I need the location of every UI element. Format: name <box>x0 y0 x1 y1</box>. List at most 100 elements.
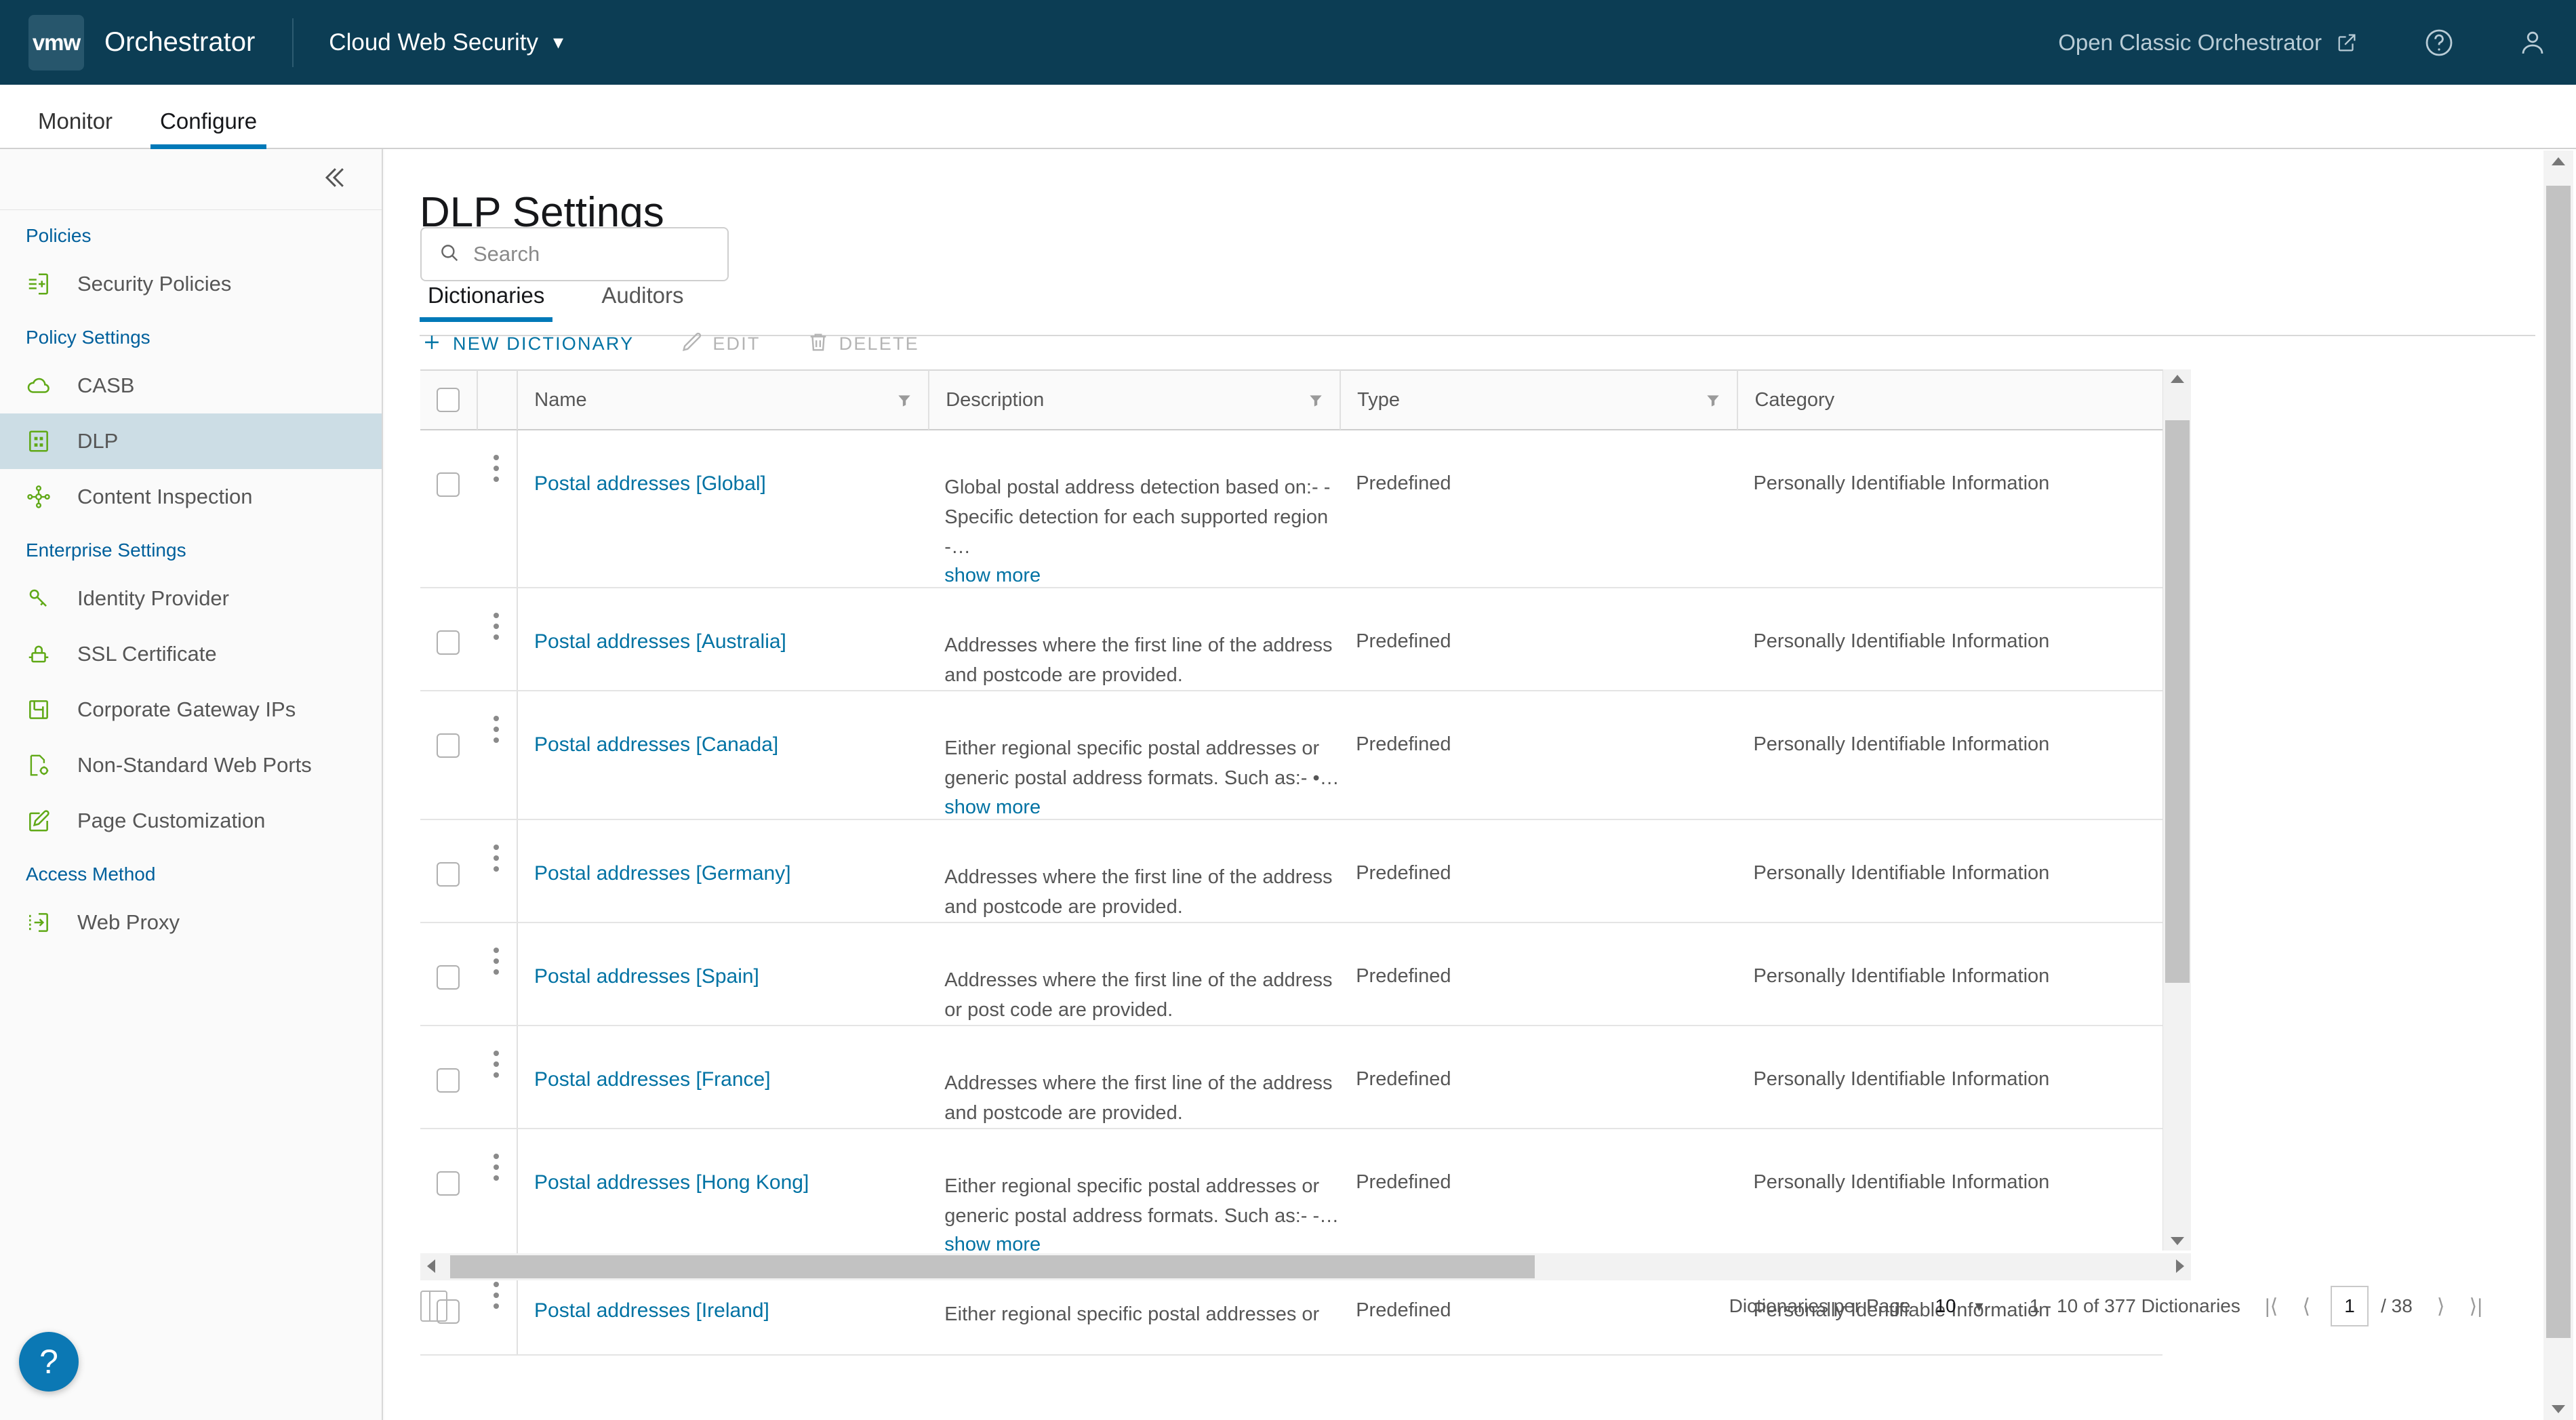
row-menu-icon[interactable] <box>477 588 517 690</box>
row-menu-icon[interactable] <box>477 1026 517 1128</box>
nodes-icon <box>26 484 62 510</box>
external-link-icon[interactable] <box>2335 31 2358 54</box>
column-header-type[interactable]: Type <box>1340 370 1737 430</box>
dictionary-name-link[interactable]: Postal addresses [Hong Kong] <box>518 1150 928 1194</box>
tab-dictionaries[interactable]: Dictionaries <box>420 283 553 322</box>
row-menu-icon[interactable] <box>477 691 517 818</box>
search-input[interactable]: Search <box>420 227 729 281</box>
page-vertical-scrollbar[interactable] <box>2543 150 2573 1420</box>
page-scroll-up-arrow-icon[interactable] <box>2552 157 2565 165</box>
page-number-input[interactable]: 1 <box>2331 1286 2369 1326</box>
table-row[interactable]: Postal addresses [France] Addresses where… <box>420 1026 2162 1130</box>
table-row[interactable]: Postal addresses [Global] Global postal a… <box>420 430 2162 589</box>
dictionary-name-link[interactable]: Postal addresses [Spain] <box>518 944 928 988</box>
sidebar-item-identity-provider[interactable]: Identity Provider <box>0 571 382 626</box>
sidebar-item-dlp[interactable]: DLP <box>0 413 382 469</box>
dictionary-name-link[interactable]: Postal addresses [Australia] <box>518 609 928 653</box>
filter-icon[interactable] <box>1307 392 1325 413</box>
user-avatar-icon[interactable] <box>2516 26 2549 59</box>
sidebar-item-page-customization[interactable]: Page Customization <box>0 793 382 849</box>
filter-icon[interactable] <box>895 392 913 413</box>
open-classic-orchestrator-link[interactable]: Open Classic Orchestrator <box>2058 30 2322 56</box>
edit-button[interactable]: EDIT <box>680 331 760 357</box>
table-hscroll-thumb[interactable] <box>450 1255 1535 1278</box>
per-page-value[interactable]: 10 <box>1935 1295 1956 1317</box>
sidebar-item-web-proxy[interactable]: Web Proxy <box>0 895 382 950</box>
row-menu-icon[interactable] <box>477 923 517 1025</box>
dictionary-type: Predefined <box>1356 1171 1451 1194</box>
scroll-up-arrow-icon[interactable] <box>2171 375 2184 383</box>
nav-tab-monitor[interactable]: Monitor <box>28 108 122 148</box>
help-circle-icon[interactable] <box>2423 26 2455 59</box>
scroll-right-arrow-icon[interactable] <box>2176 1259 2184 1273</box>
row-checkbox[interactable] <box>437 1171 460 1196</box>
dictionary-name-link[interactable]: Postal addresses [France] <box>518 1047 928 1091</box>
last-page-button[interactable]: ⟩| <box>2470 1295 2483 1318</box>
scroll-down-arrow-icon[interactable] <box>2171 1237 2184 1245</box>
nav-tab-configure[interactable]: Configure <box>150 108 267 149</box>
dictionary-description: Either regional specific postal addresse… <box>944 737 1340 790</box>
column-header-category[interactable]: Category <box>1737 370 2162 430</box>
service-selector-label[interactable]: Cloud Web Security <box>329 29 538 56</box>
show-more-link[interactable]: show more <box>928 796 1340 819</box>
chevron-down-icon[interactable]: ▾ <box>1975 1297 1984 1316</box>
column-header-name[interactable]: Name <box>517 370 928 430</box>
scroll-left-arrow-icon[interactable] <box>427 1259 435 1273</box>
new-dictionary-button[interactable]: NEW DICTIONARY <box>420 331 634 357</box>
table-vscroll-thumb[interactable] <box>2165 420 2190 983</box>
dictionary-type: Predefined <box>1356 472 1451 494</box>
row-checkbox[interactable] <box>437 472 460 497</box>
search-icon <box>438 241 461 268</box>
sidebar-item-casb[interactable]: CASB <box>0 358 382 413</box>
vmware-logo[interactable]: vmw <box>28 14 84 70</box>
sidebar-item-content-inspection[interactable]: Content Inspection <box>0 469 382 525</box>
first-page-button[interactable]: |⟨ <box>2265 1295 2278 1318</box>
sidebar-item-corporate-gateway-ips[interactable]: Corporate Gateway IPs <box>0 682 382 737</box>
sidebar-item-non-standard-web-ports[interactable]: Non-Standard Web Ports <box>0 737 382 793</box>
dictionary-description: Either regional specific postal addresse… <box>944 1175 1340 1228</box>
table-row[interactable]: Postal addresses [Hong Kong] Either regio… <box>420 1129 2162 1258</box>
dictionary-name-link[interactable]: Postal addresses [Global] <box>518 451 928 495</box>
sidebar-item-label: DLP <box>77 429 119 453</box>
row-checkbox[interactable] <box>437 965 460 990</box>
page-vscroll-thumb[interactable] <box>2546 186 2571 1338</box>
dictionary-name-link[interactable]: Postal addresses [Canada] <box>518 712 928 756</box>
row-checkbox[interactable] <box>437 733 460 758</box>
column-header-description[interactable]: Description <box>928 370 1340 430</box>
dictionary-description: Addresses where the first line of the ad… <box>944 634 1333 687</box>
table-row[interactable]: Postal addresses [Germany] Addresses wher… <box>420 819 2162 923</box>
select-all-checkbox[interactable] <box>437 388 460 412</box>
double-chevron-left-icon[interactable] <box>319 163 349 196</box>
table-horizontal-scrollbar[interactable] <box>420 1253 2191 1280</box>
row-menu-icon[interactable] <box>477 430 517 587</box>
delete-button[interactable]: DELETE <box>807 331 919 357</box>
row-menu-icon[interactable] <box>477 820 517 922</box>
dictionary-name-link[interactable]: Postal addresses [Germany] <box>518 840 928 885</box>
sidebar-item-security-policies[interactable]: Security Policies <box>0 256 382 312</box>
row-checkbox[interactable] <box>437 630 460 655</box>
table-row[interactable]: Postal addresses [Canada] Either regional… <box>420 691 2162 820</box>
sidebar: Policies Security Policies Policy Settin… <box>0 149 383 1420</box>
show-more-link[interactable]: show more <box>928 565 1340 587</box>
row-menu-icon[interactable] <box>477 1129 517 1256</box>
sidebar-item-ssl-certificate[interactable]: SSL Certificate <box>0 626 382 682</box>
row-checkbox[interactable] <box>437 861 460 887</box>
sidebar-item-label: Web Proxy <box>77 910 180 934</box>
plus-icon <box>420 331 443 357</box>
page-scroll-down-arrow-icon[interactable] <box>2552 1405 2565 1413</box>
tab-auditors[interactable]: Auditors <box>593 283 691 322</box>
next-page-button[interactable]: ⟩ <box>2437 1295 2445 1318</box>
column-layout-icon[interactable] <box>420 1291 447 1322</box>
help-floating-button[interactable]: ? <box>19 1332 79 1392</box>
row-checkbox[interactable] <box>437 1068 460 1093</box>
table-row[interactable]: Postal addresses [Spain] Addresses where … <box>420 922 2162 1026</box>
dictionary-category: Personally Identifiable Information <box>1753 861 2050 884</box>
table-vertical-scrollbar[interactable] <box>2162 369 2191 1251</box>
table-row[interactable]: Postal addresses [Australia] Addresses wh… <box>420 588 2162 692</box>
grid-table-icon <box>26 428 62 454</box>
chevron-down-icon[interactable]: ▾ <box>553 31 563 54</box>
prev-page-button[interactable]: ⟨ <box>2302 1295 2310 1318</box>
sidebar-item-label: Content Inspection <box>77 485 253 508</box>
dictionary-type: Predefined <box>1356 861 1451 884</box>
filter-icon[interactable] <box>1704 392 1722 413</box>
